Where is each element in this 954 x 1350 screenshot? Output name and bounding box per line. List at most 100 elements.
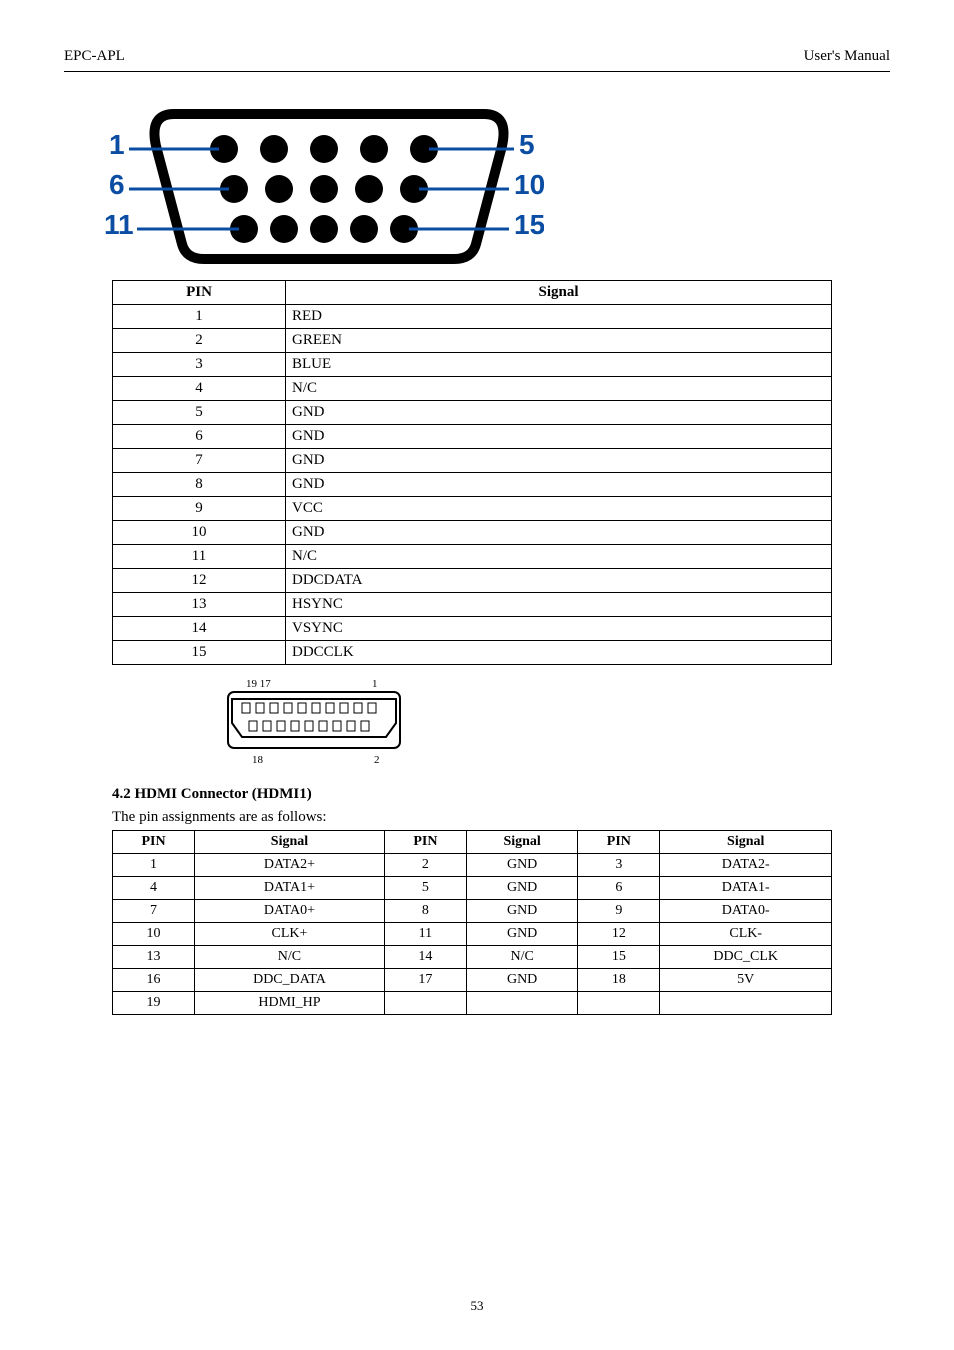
table-row: 12DDCDATA [113, 569, 832, 593]
header-right: User's Manual [804, 48, 890, 65]
vga-col-pin: PIN [113, 281, 286, 305]
signal-cell: DDCDATA [286, 569, 832, 593]
signal-cell: GND [286, 521, 832, 545]
hdmi-cell [660, 992, 832, 1015]
hdmi-cell: 16 [113, 969, 195, 992]
hdmi-cell: DATA1+ [195, 877, 385, 900]
signal-cell: DDCCLK [286, 641, 832, 665]
table-row: 3BLUE [113, 353, 832, 377]
hdmi-cell: 12 [578, 923, 660, 946]
hdmi-cell: 13 [113, 946, 195, 969]
hdmi-cell: 15 [578, 946, 660, 969]
hdmi-col: Signal [466, 831, 577, 854]
header-left: EPC-APL [64, 48, 125, 65]
hdmi-cell: N/C [195, 946, 385, 969]
table-row: 2GREEN [113, 329, 832, 353]
pin-cell: 2 [113, 329, 286, 353]
svg-text:2: 2 [374, 754, 380, 766]
hdmi-cell: CLK+ [195, 923, 385, 946]
hdmi-connector-diagram: 19 17 1 18 2 [214, 675, 890, 780]
page: EPC-APL User's Manual 1 6 11 5 10 15 [0, 0, 954, 1350]
hdmi-cell: 10 [113, 923, 195, 946]
svg-text:11: 11 [104, 209, 134, 240]
hdmi-cell [384, 992, 466, 1015]
signal-cell: HSYNC [286, 593, 832, 617]
hdmi-cell: 3 [578, 854, 660, 877]
svg-text:5: 5 [519, 129, 535, 160]
hdmi-cell: 2 [384, 854, 466, 877]
hdmi-cell: DATA2+ [195, 854, 385, 877]
pin-cell: 4 [113, 377, 286, 401]
hdmi-cell: GND [466, 969, 577, 992]
svg-text:6: 6 [109, 169, 125, 200]
hdmi-cell: 19 [113, 992, 195, 1015]
table-row: 10CLK+11GND12CLK- [113, 923, 832, 946]
vga-connector-diagram: 1 6 11 5 10 15 [104, 94, 890, 274]
page-header: EPC-APL User's Manual [64, 48, 890, 72]
hdmi-section-title: 4.2 HDMI Connector (HDMI1) [112, 786, 890, 803]
table-row: 7DATA0+8GND9DATA0- [113, 900, 832, 923]
hdmi-caption: The pin assignments are as follows: [112, 809, 890, 826]
hdmi-cell: 9 [578, 900, 660, 923]
hdmi-col: Signal [660, 831, 832, 854]
pin-cell: 13 [113, 593, 286, 617]
hdmi-cell: CLK- [660, 923, 832, 946]
svg-text:15: 15 [514, 209, 544, 240]
pin-cell: 8 [113, 473, 286, 497]
page-number: 53 [0, 1298, 954, 1314]
pin-cell: 6 [113, 425, 286, 449]
signal-cell: GND [286, 473, 832, 497]
hdmi-cell: 8 [384, 900, 466, 923]
svg-text:18: 18 [252, 754, 264, 766]
table-row: 9VCC [113, 497, 832, 521]
svg-text:1: 1 [372, 678, 378, 690]
pin-cell: 7 [113, 449, 286, 473]
table-row: 10GND [113, 521, 832, 545]
pin-cell: 11 [113, 545, 286, 569]
signal-cell: GND [286, 449, 832, 473]
hdmi-cell: DATA2- [660, 854, 832, 877]
hdmi-cell: HDMI_HP [195, 992, 385, 1015]
hdmi-cell: 6 [578, 877, 660, 900]
pin-cell: 15 [113, 641, 286, 665]
pin-cell: 14 [113, 617, 286, 641]
hdmi-cell: GND [466, 900, 577, 923]
signal-cell: N/C [286, 545, 832, 569]
pin-cell: 1 [113, 305, 286, 329]
table-row: 8GND [113, 473, 832, 497]
vga-col-signal: Signal [286, 281, 832, 305]
hdmi-cell [578, 992, 660, 1015]
hdmi-col: PIN [384, 831, 466, 854]
signal-cell: VCC [286, 497, 832, 521]
signal-cell: RED [286, 305, 832, 329]
hdmi-cell: 17 [384, 969, 466, 992]
pin-cell: 12 [113, 569, 286, 593]
hdmi-cell: GND [466, 877, 577, 900]
hdmi-cell: 1 [113, 854, 195, 877]
table-row: 1RED [113, 305, 832, 329]
table-row: 7GND [113, 449, 832, 473]
signal-cell: N/C [286, 377, 832, 401]
hdmi-cell: 7 [113, 900, 195, 923]
hdmi-cell: 18 [578, 969, 660, 992]
hdmi-cell: DATA1- [660, 877, 832, 900]
hdmi-cell: 4 [113, 877, 195, 900]
signal-cell: BLUE [286, 353, 832, 377]
svg-text:19 17: 19 17 [246, 678, 271, 690]
table-row: 13HSYNC [113, 593, 832, 617]
hdmi-cell: 14 [384, 946, 466, 969]
hdmi-cell: DDC_DATA [195, 969, 385, 992]
table-row: 19HDMI_HP [113, 992, 832, 1015]
svg-text:10: 10 [514, 169, 544, 200]
pin-cell: 5 [113, 401, 286, 425]
hdmi-cell: 11 [384, 923, 466, 946]
table-row: 11N/C [113, 545, 832, 569]
pin-cell: 9 [113, 497, 286, 521]
signal-cell: GND [286, 401, 832, 425]
hdmi-cell: DDC_CLK [660, 946, 832, 969]
hdmi-cell: 5 [384, 877, 466, 900]
pin-cell: 10 [113, 521, 286, 545]
hdmi-col: Signal [195, 831, 385, 854]
svg-text:1: 1 [109, 129, 125, 160]
hdmi-cell: DATA0+ [195, 900, 385, 923]
